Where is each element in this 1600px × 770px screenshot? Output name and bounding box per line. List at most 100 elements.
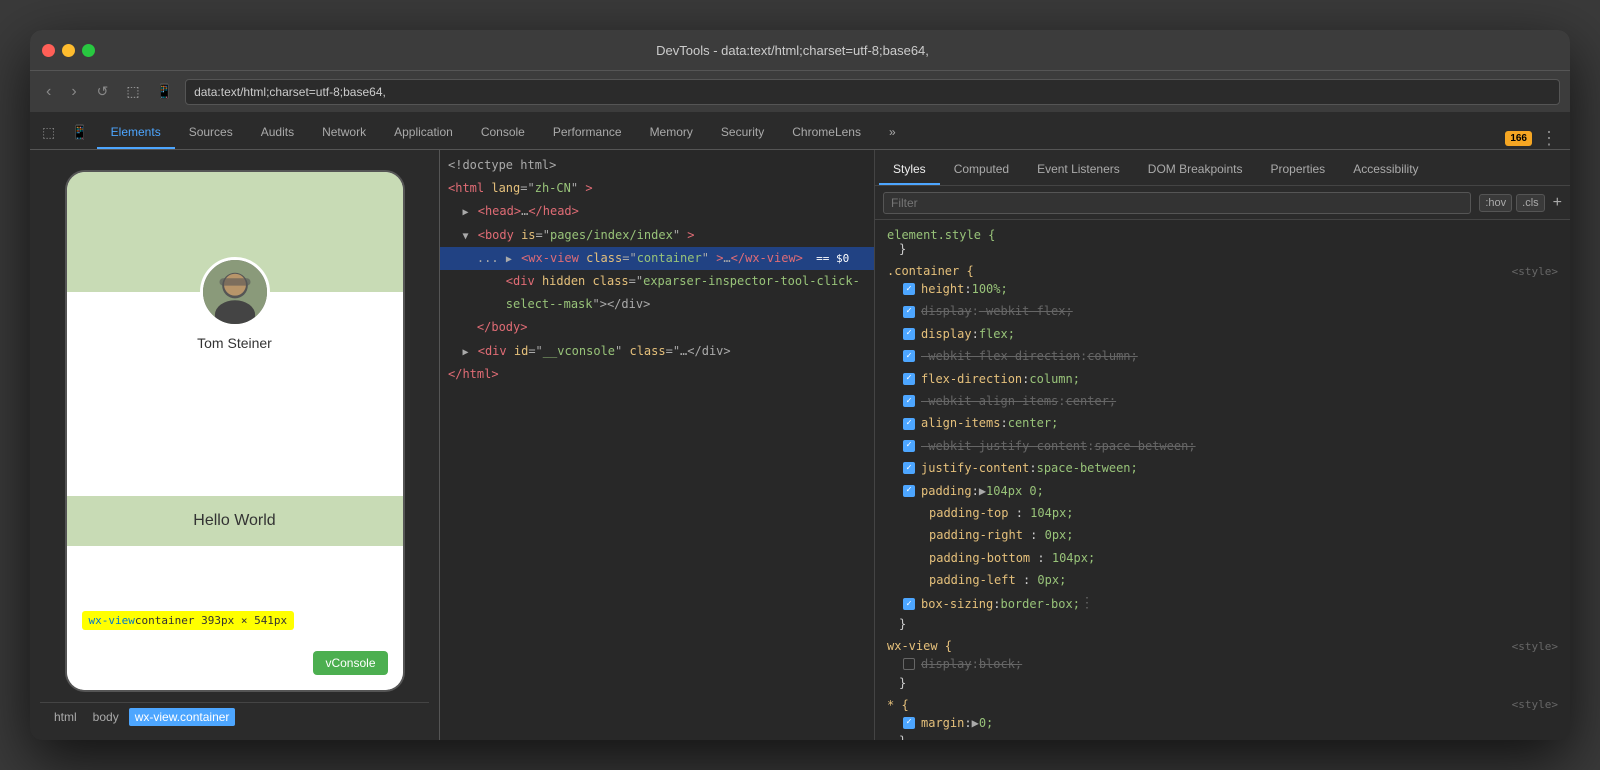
cls-button[interactable]: .cls — [1516, 194, 1545, 212]
breadcrumb-container[interactable]: wx-view.container — [129, 708, 236, 726]
prop-align-items: ✓ align-items : center; — [887, 412, 1558, 434]
filter-buttons: :hov .cls — [1479, 194, 1544, 212]
more-options-dots[interactable]: ⋮ — [1080, 592, 1094, 616]
dimension-badge: wx-viewcontainer 393px × 541px — [82, 611, 295, 630]
forward-button[interactable]: › — [65, 79, 82, 105]
prop-padding-top: padding-top : 104px; — [887, 502, 1558, 524]
tab-application[interactable]: Application — [380, 117, 467, 149]
prop-checkbox-flex-dir[interactable]: ✓ — [903, 373, 915, 385]
prop-display-flex: ✓ display : flex; — [887, 323, 1558, 345]
device-toggle-icon[interactable]: 📱 — [63, 116, 96, 149]
prop-checkbox-display-flex[interactable]: ✓ — [903, 328, 915, 340]
prop-margin: ✓ margin : ▶ 0; — [887, 712, 1558, 734]
prop-webkit-flex-dir: ✓ -webkit-flex-direction : column; — [887, 345, 1558, 367]
prop-padding: ✓ padding : ▶ 104px 0; — [887, 480, 1558, 502]
styles-tabs: Styles Computed Event Listeners DOM Brea… — [875, 150, 1570, 186]
inspect-element-icon[interactable]: ⬚ — [34, 116, 63, 149]
prop-display-block-strike: display : block; — [887, 653, 1558, 675]
main-content: Tom Steiner Hello World wx-viewcontainer… — [30, 150, 1570, 740]
html-wx-view[interactable]: ... ▶ <wx-view class="container" >…</wx-… — [440, 247, 874, 270]
prop-checkbox-box-sizing[interactable]: ✓ — [903, 598, 915, 610]
device-icon[interactable]: 📱 — [152, 83, 177, 100]
filter-bar: :hov .cls + — [875, 186, 1570, 220]
window-title: DevTools - data:text/html;charset=utf-8;… — [30, 43, 1558, 58]
element-style-rule: element.style { } — [875, 224, 1570, 260]
tab-security[interactable]: Security — [707, 117, 778, 149]
prop-justify-content: ✓ justify-content : space-between; — [887, 457, 1558, 479]
phone-bottom-area: wx-viewcontainer 393px × 541px vConsole — [67, 546, 403, 691]
tab-event-listeners[interactable]: Event Listeners — [1023, 155, 1134, 185]
address-bar[interactable] — [185, 79, 1560, 105]
inspect-icon[interactable]: ⬚ — [122, 83, 143, 100]
prop-checkbox-display-webkit[interactable]: ✓ — [903, 306, 915, 318]
html-close[interactable]: </html> — [440, 363, 874, 386]
tab-audits[interactable]: Audits — [247, 117, 308, 149]
vconsole-button[interactable]: vConsole — [313, 651, 387, 675]
warning-badge: 166 — [1505, 131, 1532, 146]
back-button[interactable]: ‹ — [40, 79, 57, 105]
avatar — [200, 257, 270, 327]
prop-checkbox-padding[interactable]: ✓ — [903, 485, 915, 497]
prop-checkbox-display-block[interactable] — [903, 658, 915, 670]
tab-memory[interactable]: Memory — [636, 117, 707, 149]
tab-computed[interactable]: Computed — [940, 155, 1023, 185]
tab-more[interactable]: » — [875, 117, 910, 149]
breadcrumb-body[interactable]: body — [87, 708, 125, 726]
tab-dom-breakpoints[interactable]: DOM Breakpoints — [1134, 155, 1257, 185]
html-head[interactable]: ▶ <head>…</head> — [440, 200, 874, 223]
user-name: Tom Steiner — [197, 335, 272, 351]
tab-chromelens[interactable]: ChromeLens — [778, 117, 875, 149]
prop-webkit-align: ✓ -webkit-align-items : center; — [887, 390, 1558, 412]
html-doctype[interactable]: <!doctype html> — [440, 154, 874, 177]
devtools-tabs: ⬚ 📱 Elements Sources Audits Network Appl… — [30, 112, 1570, 150]
prop-checkbox-webkit-justify[interactable]: ✓ — [903, 440, 915, 452]
titlebar: DevTools - data:text/html;charset=utf-8;… — [30, 30, 1570, 70]
wx-view-rule: wx-view { <style> display : block; } — [875, 635, 1570, 693]
filter-input[interactable] — [883, 192, 1471, 214]
html-tree-panel: <!doctype html> <html lang="zh-CN" > ▶ <… — [440, 150, 875, 740]
phone-middle-area — [67, 351, 403, 496]
devtools-window: DevTools - data:text/html;charset=utf-8;… — [30, 30, 1570, 740]
prop-padding-left: padding-left : 0px; — [887, 569, 1558, 591]
styles-content: element.style { } .container { <style> ✓… — [875, 220, 1570, 740]
tab-accessibility[interactable]: Accessibility — [1339, 155, 1432, 185]
prop-box-sizing: ✓ box-sizing : border-box; ⋮ — [887, 591, 1558, 617]
prop-checkbox-webkit-flex-dir[interactable]: ✓ — [903, 350, 915, 362]
tab-network[interactable]: Network — [308, 117, 380, 149]
tab-console[interactable]: Console — [467, 117, 539, 149]
devtools-right-controls: 166 ⋮ — [1505, 128, 1566, 149]
more-options-button[interactable]: ⋮ — [1540, 128, 1558, 149]
hov-button[interactable]: :hov — [1479, 194, 1512, 212]
breadcrumb-html[interactable]: html — [48, 708, 83, 726]
html-body-open[interactable]: ▼ <body is="pages/index/index" > — [440, 224, 874, 247]
universal-rule: * { <style> ✓ margin : ▶ 0; } — [875, 694, 1570, 740]
prop-flex-direction: ✓ flex-direction : column; — [887, 368, 1558, 390]
html-body-close[interactable]: </body> — [440, 316, 874, 339]
tab-performance[interactable]: Performance — [539, 117, 636, 149]
prop-padding-right: padding-right : 0px; — [887, 524, 1558, 546]
prop-display-webkit: ✓ display : -webkit-flex; — [887, 300, 1558, 322]
html-vconsole-div[interactable]: ▶ <div id="__vconsole" class="…</div> — [440, 340, 874, 363]
tab-properties[interactable]: Properties — [1256, 155, 1339, 185]
prop-checkbox-webkit-align[interactable]: ✓ — [903, 395, 915, 407]
prop-checkbox-margin[interactable]: ✓ — [903, 717, 915, 729]
phone-frame: Tom Steiner Hello World wx-viewcontainer… — [65, 170, 405, 692]
prop-checkbox-align-items[interactable]: ✓ — [903, 418, 915, 430]
tab-elements[interactable]: Elements — [97, 117, 175, 149]
phone-screen: Tom Steiner Hello World wx-viewcontainer… — [67, 172, 403, 690]
browser-toolbar: ‹ › ↺ ⬚ 📱 — [30, 70, 1570, 112]
prop-height: ✓ height : 100%; — [887, 278, 1558, 300]
prop-padding-bottom: padding-bottom : 104px; — [887, 547, 1558, 569]
hello-world-bar: Hello World — [67, 496, 403, 546]
tab-sources[interactable]: Sources — [175, 117, 247, 149]
reload-button[interactable]: ↺ — [91, 79, 115, 104]
styles-panel: Styles Computed Event Listeners DOM Brea… — [875, 150, 1570, 740]
prop-checkbox-justify[interactable]: ✓ — [903, 462, 915, 474]
preview-panel: Tom Steiner Hello World wx-viewcontainer… — [30, 150, 440, 740]
prop-checkbox-height[interactable]: ✓ — [903, 283, 915, 295]
add-style-button[interactable]: + — [1553, 194, 1562, 212]
html-exparser-div[interactable]: <div hidden class="exparser-inspector-to… — [440, 270, 874, 293]
tab-styles[interactable]: Styles — [879, 155, 940, 185]
breadcrumb-bar: html body wx-view.container — [40, 702, 429, 730]
html-root[interactable]: <html lang="zh-CN" > — [440, 177, 874, 200]
